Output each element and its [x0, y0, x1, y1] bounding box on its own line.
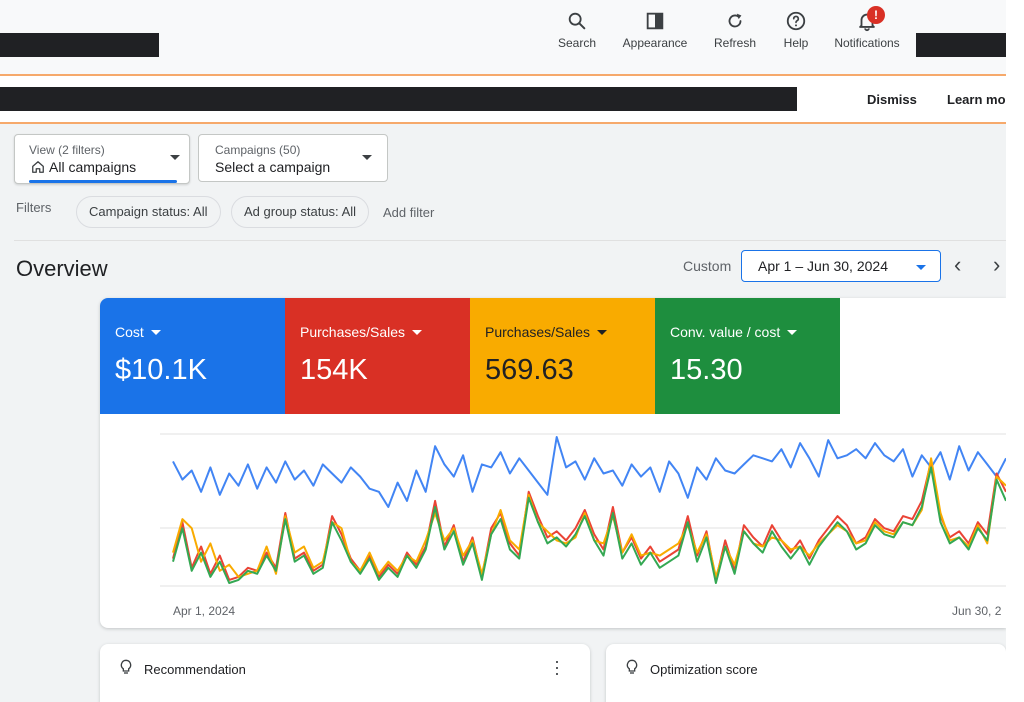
help-button[interactable]: Help — [779, 10, 813, 50]
appearance-button[interactable]: Appearance — [619, 10, 691, 50]
redacted-account — [916, 33, 1006, 57]
view-filter-value: All campaigns — [31, 159, 136, 175]
home-icon — [32, 161, 44, 173]
lightbulb-icon — [624, 658, 640, 681]
recommendation-card: Recommendation · · · — [100, 644, 590, 702]
next-period-button[interactable]: › — [993, 252, 1000, 278]
bell-icon: ! — [829, 6, 905, 36]
date-custom-label: Custom — [683, 258, 732, 274]
search-button[interactable]: Search — [555, 10, 599, 50]
more-vert-icon[interactable]: · · · — [554, 652, 560, 682]
metric-conv-value-cost[interactable]: Conv. value / cost 15.30 — [655, 298, 840, 414]
optimization-score-title: Optimization score — [650, 662, 758, 677]
notifications-button[interactable]: ! Notifications — [829, 6, 905, 50]
chart-gridlines — [160, 433, 1006, 587]
top-header: Search Appearance Refresh Help ! Notific… — [0, 0, 1006, 74]
metric-label: Cost — [115, 324, 161, 340]
metric-label: Purchases/Sales — [300, 324, 423, 340]
metric-value: 569.63 — [485, 354, 574, 386]
ad-group-status-chip[interactable]: Ad group status: All — [231, 196, 370, 228]
view-filter-value-text: All campaigns — [49, 159, 137, 175]
metric-label-text: Conv. value / cost — [670, 324, 781, 340]
filters-label: Filters — [16, 200, 52, 215]
metric-cost[interactable]: Cost $10.1K — [100, 298, 285, 414]
campaign-dropdown-sublabel: Campaigns (50) — [215, 143, 301, 157]
overview-card: Cost $10.1K Purchases/Sales 154K Purchas… — [100, 298, 1006, 628]
refresh-button[interactable]: Refresh — [711, 10, 759, 50]
metric-value: $10.1K — [115, 354, 207, 386]
chevron-down-icon — [362, 155, 372, 160]
x-axis-end-label: Jun 30, 2 — [952, 604, 1002, 618]
chart-series — [172, 436, 1006, 584]
metric-purchases-sales-value[interactable]: Purchases/Sales 569.63 — [470, 298, 655, 414]
chevron-down-icon — [916, 265, 926, 270]
main-content: View (2 filters) All campaigns Campaigns… — [0, 124, 1006, 702]
performance-chart: Apr 1, 2024 Jun 30, 2 — [160, 433, 1006, 618]
notification-badge: ! — [867, 6, 885, 24]
dismiss-button[interactable]: Dismiss — [867, 92, 917, 107]
filters-divider — [14, 240, 1006, 241]
help-icon — [779, 10, 813, 36]
date-range-value: Apr 1 – Jun 30, 2024 — [758, 258, 888, 274]
search-label: Search — [557, 36, 597, 50]
search-icon — [555, 10, 599, 36]
view-filter-dropdown[interactable]: View (2 filters) All campaigns — [14, 134, 190, 184]
x-axis-start-label: Apr 1, 2024 — [173, 604, 235, 618]
chevron-down-icon — [170, 155, 180, 160]
chart-series-line-1 — [172, 460, 1006, 581]
notifications-label: Notifications — [834, 36, 900, 50]
lightbulb-icon — [118, 658, 134, 681]
appearance-label: Appearance — [622, 36, 688, 50]
metric-label-text: Purchases/Sales — [485, 324, 591, 340]
help-label: Help — [783, 36, 809, 50]
chart-series-line-0 — [172, 436, 1006, 508]
optimization-score-card: Optimization score — [606, 644, 1006, 702]
recommendation-title: Recommendation — [144, 662, 246, 677]
metric-label-text: Purchases/Sales — [300, 324, 406, 340]
date-range-picker[interactable]: Apr 1 – Jun 30, 2024 — [741, 250, 941, 282]
learn-more-link[interactable]: Learn mo — [947, 92, 1006, 107]
chevron-down-icon — [412, 330, 423, 335]
chevron-down-icon — [597, 330, 608, 335]
redacted-logo — [0, 33, 159, 57]
refresh-icon — [711, 10, 759, 36]
campaign-dropdown[interactable]: Campaigns (50) Select a campaign — [198, 134, 388, 182]
chevron-down-icon — [787, 330, 798, 335]
metric-label: Purchases/Sales — [485, 324, 608, 340]
metric-label: Conv. value / cost — [670, 324, 798, 340]
campaign-status-chip[interactable]: Campaign status: All — [76, 196, 221, 228]
metric-purchases-sales[interactable]: Purchases/Sales 154K — [285, 298, 470, 414]
chevron-down-icon — [150, 330, 161, 335]
campaign-dropdown-value: Select a campaign — [215, 159, 331, 175]
page-title: Overview — [16, 256, 108, 281]
notification-banner: Dismiss Learn mo — [0, 76, 1006, 122]
view-filter-sublabel: View (2 filters) — [29, 143, 105, 157]
appearance-icon — [619, 10, 691, 36]
metric-value: 15.30 — [670, 354, 743, 386]
redacted-banner-text — [0, 87, 797, 111]
metric-label-text: Cost — [115, 324, 144, 340]
previous-period-button[interactable]: ‹ — [954, 252, 961, 278]
metric-value: 154K — [300, 354, 368, 386]
view-filter-active-indicator — [29, 180, 177, 183]
add-filter-button[interactable]: Add filter — [383, 205, 434, 220]
refresh-label: Refresh — [713, 36, 757, 50]
